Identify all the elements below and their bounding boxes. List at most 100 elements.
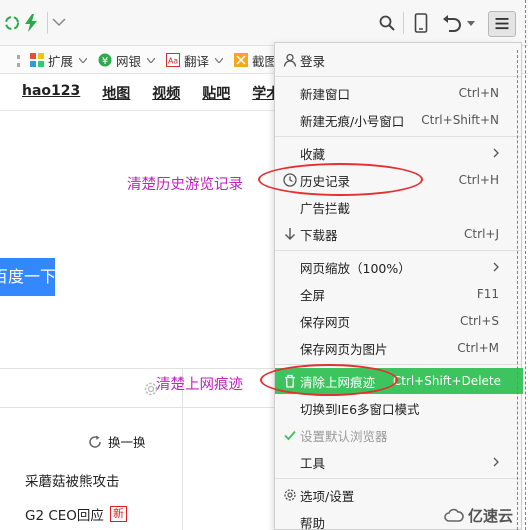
menu-item-label: 新建窗口 — [300, 86, 351, 102]
bookmark-screenshot[interactable]: 截图 — [234, 51, 277, 69]
menu-item-label: 全屏 — [300, 287, 326, 303]
news-item-text: G2 CEO回应 — [25, 508, 104, 524]
menu-item-shortcut: F11 — [476, 287, 499, 301]
chevron-right-icon — [493, 262, 499, 272]
caret-down-icon[interactable] — [467, 21, 475, 26]
menu-item-new-incognito[interactable]: 新建无痕/小号窗口 Ctrl+Shift+N — [275, 107, 521, 133]
lightning-icon[interactable] — [24, 14, 38, 32]
undo-icon[interactable] — [442, 14, 462, 32]
menu-item-login[interactable]: 登录 — [275, 47, 521, 73]
menu-item-label: 网页缩放（100%） — [300, 260, 411, 276]
menu-item-downloads[interactable]: 下载器 Ctrl+J — [275, 221, 521, 247]
bookmark-banking[interactable]: ¥ 网银 — [98, 51, 156, 69]
nav-link-hao123[interactable]: hao123 — [22, 83, 80, 103]
chevron-down-icon — [79, 57, 88, 63]
news-item[interactable]: 采蘑菇被熊攻击 — [25, 470, 120, 490]
hamburger-menu-button[interactable] — [488, 11, 516, 37]
menu-item-label: 切换到IE6多窗口模式 — [300, 401, 420, 417]
annotation-ellipse-clear — [260, 364, 398, 396]
chevron-right-icon — [493, 457, 499, 467]
menu-item-adblock[interactable]: 广告拦截 — [275, 194, 521, 220]
menu-divider — [275, 76, 521, 77]
site-nav: hao123 地图 视频 贴吧 学术 — [22, 83, 302, 103]
menu-item-zoom[interactable]: 网页缩放（100%） — [275, 254, 521, 280]
menu-item-label: 广告拦截 — [300, 200, 351, 216]
watermark-text: 亿速云 — [468, 507, 514, 525]
news-item[interactable]: G2 CEO回应 新 — [25, 504, 127, 524]
menu-item-label: 登录 — [300, 53, 326, 69]
svg-text:¥: ¥ — [102, 56, 108, 67]
bookmark-translate[interactable]: Aa 翻译 — [166, 51, 224, 69]
annotation-history: 清楚历史游览记录 — [127, 177, 243, 193]
refresh-icon[interactable] — [4, 15, 20, 31]
menu-item-label: 下载器 — [300, 227, 338, 243]
chevron-down-icon — [215, 57, 224, 63]
refresh-label: 换一换 — [108, 435, 146, 450]
bookmark-bar-grip[interactable] — [17, 55, 20, 67]
menu-item-new-window[interactable]: 新建窗口 Ctrl+N — [275, 80, 521, 106]
bookmark-extensions[interactable]: 扩展 — [30, 51, 88, 69]
menu-item-shortcut: Ctrl+Shift+N — [421, 113, 499, 127]
menu-item-label: 工具 — [300, 455, 326, 471]
menu-item-default-browser[interactable]: 设置默认浏览器 — [275, 422, 521, 448]
menu-item-label: 帮助 — [300, 515, 326, 530]
nav-link-tieba[interactable]: 贴吧 — [202, 83, 230, 103]
menu-item-label: 新建无痕/小号窗口 — [300, 113, 405, 129]
menu-divider — [275, 478, 521, 479]
extension-icon — [30, 53, 44, 67]
bookmark-label: 翻译 — [184, 53, 210, 69]
toolbar-divider — [403, 12, 404, 34]
refresh-icon — [89, 435, 101, 448]
menu-item-save-page[interactable]: 保存网页 Ctrl+S — [275, 308, 521, 334]
nav-link-video[interactable]: 视频 — [152, 83, 180, 103]
chevron-down-icon — [147, 57, 156, 63]
menu-item-label: 选项/设置 — [300, 488, 355, 504]
svg-text:Aa: Aa — [168, 57, 178, 66]
user-icon — [283, 53, 297, 67]
selection-guide — [525, 0, 526, 530]
menu-item-label: 保存网页为图片 — [300, 341, 388, 357]
gear-icon — [284, 489, 296, 501]
yen-icon: ¥ — [98, 53, 112, 67]
menu-item-label: 设置默认浏览器 — [300, 428, 388, 444]
new-badge: 新 — [109, 506, 127, 522]
menu-item-fullscreen[interactable]: 全屏 F11 — [275, 281, 521, 307]
refresh-news-button[interactable]: 换一换 — [88, 432, 146, 451]
translate-icon: Aa — [166, 53, 180, 67]
menu-item-tools[interactable]: 工具 — [275, 449, 521, 475]
annotation-ellipse-history — [258, 163, 423, 196]
cloud-logo-icon — [444, 508, 464, 522]
bookmark-label: 扩展 — [48, 53, 74, 69]
nav-link-map[interactable]: 地图 — [102, 83, 130, 103]
menu-item-shortcut: Ctrl+H — [458, 173, 499, 187]
menu-item-shortcut: Ctrl+Shift+Delete — [392, 374, 501, 388]
checkmark-icon — [284, 430, 296, 441]
menu-divider — [275, 250, 521, 251]
menu-divider — [275, 136, 521, 137]
chevron-down-icon[interactable] — [52, 17, 66, 27]
menu-item-shortcut: Ctrl+S — [459, 314, 499, 328]
annotation-clear: 清楚上网痕迹 — [156, 377, 243, 393]
nav-divider — [0, 110, 278, 111]
browser-toolbar — [0, 0, 528, 46]
menu-item-shortcut: Ctrl+N — [458, 86, 499, 100]
menu-item-shortcut: Ctrl+J — [464, 227, 499, 241]
phone-icon[interactable] — [414, 13, 428, 33]
menu-item-favorites[interactable]: 收藏 — [275, 140, 521, 166]
search-button[interactable]: 百度一下 — [0, 258, 55, 296]
bookmark-label: 网银 — [116, 53, 142, 69]
hamburger-menu-icon — [495, 18, 509, 30]
menu-item-label: 收藏 — [300, 146, 326, 162]
browser-main-menu: 登录 新建窗口 Ctrl+N 新建无痕/小号窗口 Ctrl+Shift+N 收藏… — [274, 42, 523, 530]
menu-item-ie6-mode[interactable]: 切换到IE6多窗口模式 — [275, 395, 521, 421]
screenshot-icon — [234, 53, 248, 67]
search-icon[interactable] — [379, 15, 395, 31]
toolbar-divider — [47, 12, 48, 34]
download-icon — [285, 228, 295, 240]
menu-item-save-image[interactable]: 保存网页为图片 Ctrl+M — [275, 335, 521, 361]
chevron-right-icon — [493, 148, 499, 158]
menu-item-shortcut: Ctrl+M — [457, 341, 499, 355]
watermark-logo: 亿速云 — [444, 505, 513, 526]
selection-guide — [517, 50, 518, 530]
search-button-label: 百度一下 — [0, 267, 55, 286]
